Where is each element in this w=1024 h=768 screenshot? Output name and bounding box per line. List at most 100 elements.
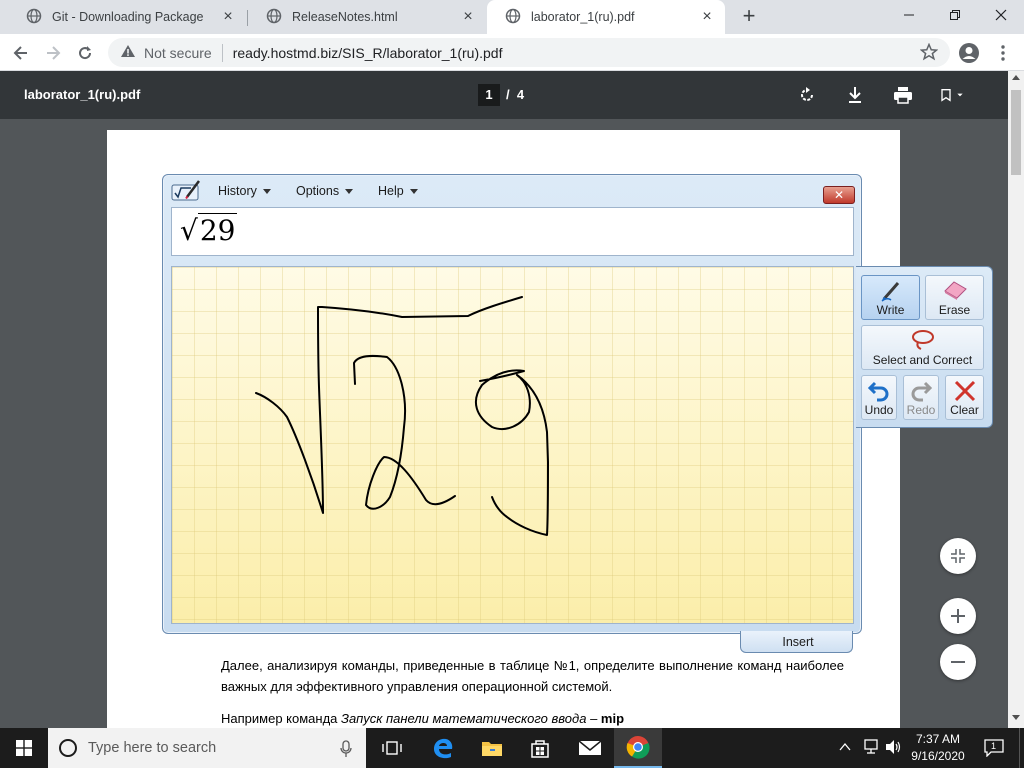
menu-history[interactable]: History [218, 184, 271, 198]
pdf-title: laborator_1(ru).pdf [24, 87, 141, 102]
omnibox[interactable]: Not secure ready.hostmd.biz/SIS_R/labora… [108, 38, 950, 67]
close-tab-icon[interactable]: × [699, 9, 715, 25]
menu-help[interactable]: Help [378, 184, 418, 198]
document-example-line: Например команда Запуск панели математич… [221, 711, 624, 726]
erase-button[interactable]: Erase [925, 275, 984, 320]
math-preview-area[interactable]: √29 [171, 207, 854, 256]
globe-icon [266, 8, 282, 27]
scroll-up-arrow-icon[interactable] [1012, 75, 1020, 80]
eraser-icon [926, 279, 983, 301]
erase-label: Erase [938, 303, 971, 317]
menu-options[interactable]: Options [296, 184, 354, 198]
scrollbar-thumb[interactable] [1011, 90, 1021, 175]
notification-count: 1 [991, 741, 997, 751]
reload-button[interactable] [72, 40, 98, 66]
radical-sign: √ [180, 214, 198, 247]
scroll-down-arrow-icon[interactable] [1012, 715, 1020, 720]
total-pages: 4 [516, 87, 525, 102]
clear-button[interactable]: Clear [945, 375, 984, 420]
chrome-icon[interactable] [614, 728, 662, 768]
undo-button[interactable]: Undo [861, 375, 897, 420]
zoom-in-button[interactable] [940, 598, 976, 634]
back-button[interactable] [8, 40, 34, 66]
zoom-out-button[interactable] [940, 644, 976, 680]
math-input-panel: History Options Help ✕ √29 Insert [162, 174, 862, 653]
write-button[interactable]: Write [861, 275, 920, 320]
clock-date: 9/16/2020 [911, 749, 965, 763]
example-prefix: Например команда [221, 711, 341, 726]
tab-git-downloading[interactable]: Git - Downloading Package × [8, 0, 246, 34]
math-preview-text: √29 [180, 213, 238, 247]
start-button[interactable] [0, 728, 48, 768]
insert-button[interactable]: Insert [743, 632, 853, 652]
chevron-down-icon [345, 189, 354, 195]
show-desktop-button[interactable] [1019, 728, 1024, 768]
close-tab-icon[interactable]: × [220, 9, 236, 25]
security-label[interactable]: Not secure [144, 45, 212, 61]
microphone-icon[interactable] [340, 740, 352, 762]
select-and-correct-button[interactable]: Select and Correct [861, 325, 984, 370]
globe-icon [505, 8, 521, 27]
tab-title: Git - Downloading Package [52, 10, 204, 24]
tab-release-notes[interactable]: ReleaseNotes.html × [248, 0, 486, 34]
store-icon[interactable] [516, 728, 564, 768]
print-icon[interactable] [891, 83, 915, 107]
tab-title: ReleaseNotes.html [292, 10, 398, 24]
menu-label: History [218, 184, 257, 198]
undo-label: Undo [864, 403, 894, 417]
windows-taskbar: Type here to search 7:37 AM 9/16/2020 1 [0, 728, 1024, 768]
taskbar-search-box[interactable]: Type here to search [48, 728, 366, 768]
example-dash: – [586, 711, 601, 726]
chevron-down-icon [409, 189, 418, 195]
math-panel-logo-icon [171, 179, 201, 203]
globe-icon [26, 8, 42, 27]
notification-center-icon[interactable]: 1 [984, 739, 1004, 758]
chevron-up-icon[interactable] [838, 740, 852, 757]
url-text[interactable]: ready.hostmd.biz/SIS_R/laborator_1(ru).p… [233, 45, 503, 61]
fit-to-page-button[interactable] [940, 538, 976, 574]
handwritten-ink-strokes [255, 296, 549, 536]
bookmark-star-icon[interactable] [919, 42, 939, 64]
rotate-icon[interactable] [795, 83, 819, 107]
new-tab-button[interactable]: + [738, 5, 760, 27]
clear-x-icon [946, 379, 983, 403]
pen-icon [862, 279, 919, 303]
volume-icon[interactable] [885, 739, 903, 758]
redo-button[interactable]: Redo [903, 375, 939, 420]
close-panel-button[interactable]: ✕ [823, 186, 855, 204]
minimize-button[interactable] [886, 0, 932, 30]
restore-button[interactable] [932, 0, 978, 30]
file-explorer-icon[interactable] [468, 728, 516, 768]
handwriting-ink-pad[interactable] [171, 266, 854, 624]
close-window-button[interactable] [978, 0, 1024, 30]
undo-arrow-icon [862, 379, 896, 403]
edge-browser-icon[interactable] [419, 728, 467, 768]
warning-icon[interactable] [120, 44, 136, 61]
system-clock[interactable]: 7:37 AM 9/16/2020 [906, 731, 970, 765]
chevron-down-icon [262, 189, 271, 195]
browser-tab-bar: Git - Downloading Package × ReleaseNotes… [0, 0, 1024, 34]
address-toolbar: Not secure ready.hostmd.biz/SIS_R/labora… [0, 34, 1024, 71]
menu-label: Help [378, 184, 404, 198]
task-view-icon[interactable] [368, 728, 416, 768]
radicand: 29 [197, 213, 238, 247]
tab-laborator-pdf[interactable]: laborator_1(ru).pdf × [487, 0, 725, 34]
example-command: mip [600, 711, 625, 726]
bookmark-dropdown-icon[interactable] [940, 83, 964, 107]
pdf-toolbar: laborator_1(ru).pdf 1 / 4 [0, 71, 1024, 119]
download-icon[interactable] [843, 83, 867, 107]
menu-kebab-icon[interactable] [990, 40, 1016, 66]
redo-label: Redo [906, 403, 936, 417]
page-number-input[interactable]: 1 [478, 84, 500, 106]
page-count: / 4 [506, 87, 524, 102]
document-paragraph: Далее, анализируя команды, приведенные в… [221, 658, 844, 694]
page-separator: / [506, 87, 510, 102]
select-and-correct-label: Select and Correct [872, 353, 973, 367]
network-icon[interactable] [862, 739, 880, 758]
forward-button[interactable] [40, 40, 66, 66]
redo-arrow-icon [904, 379, 938, 403]
profile-avatar-icon[interactable] [956, 40, 982, 66]
close-tab-icon[interactable]: × [460, 9, 476, 25]
search-circle-icon [58, 738, 78, 762]
mail-icon[interactable] [566, 728, 614, 768]
